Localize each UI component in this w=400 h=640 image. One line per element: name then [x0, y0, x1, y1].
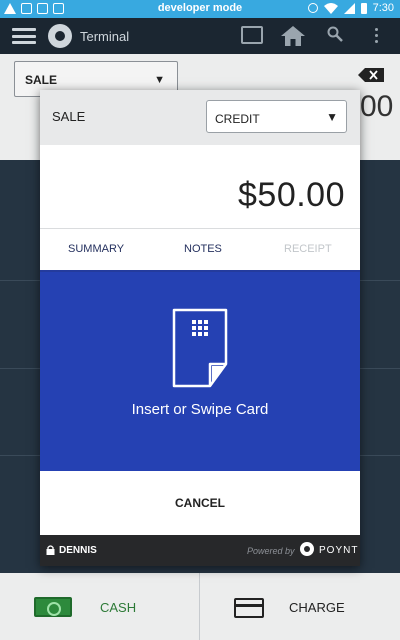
- terminal-amount: 00: [360, 90, 394, 123]
- backspace-icon[interactable]: [358, 68, 384, 82]
- dialog-footer: DENNIS Powered by POYNT: [40, 535, 360, 566]
- battery-icon: [360, 2, 367, 14]
- cancel-label: CANCEL: [175, 496, 225, 510]
- status-bar: developer mode 7:30: [0, 0, 400, 18]
- cancel-button[interactable]: CANCEL: [40, 471, 360, 535]
- cash-button[interactable]: CASH: [100, 600, 136, 615]
- logged-in-user: DENNIS: [59, 545, 97, 556]
- keypad-divider: [360, 455, 400, 456]
- credit-card-icon[interactable]: [234, 598, 264, 618]
- transaction-type-value: SALE: [25, 73, 58, 87]
- poynt-logo-icon: [48, 24, 72, 48]
- brand-name: POYNT: [319, 545, 359, 556]
- amount-display: $50.00: [238, 176, 345, 214]
- keypad-divider: [0, 280, 40, 281]
- keypad-divider: [0, 368, 40, 369]
- menu-icon[interactable]: [12, 28, 36, 44]
- lock-icon: [46, 545, 55, 555]
- tab-notes[interactable]: NOTES: [184, 243, 222, 255]
- search-icon[interactable]: [327, 26, 343, 42]
- keypad-divider: [0, 455, 40, 456]
- action-divider: [199, 573, 200, 640]
- location-icon: [307, 3, 318, 13]
- signal-icon: [343, 2, 355, 14]
- clock: 7:30: [372, 2, 394, 14]
- window-icon[interactable]: [241, 26, 263, 44]
- status-bar-right: 7:30: [307, 2, 394, 14]
- dialog-title: SALE: [52, 109, 86, 124]
- app-title: Terminal: [80, 29, 130, 44]
- home-icon[interactable]: [281, 26, 305, 46]
- tab-summary[interactable]: SUMMARY: [68, 243, 124, 255]
- cash-icon[interactable]: [34, 597, 72, 617]
- app-bar: Terminal: [0, 18, 400, 54]
- powered-by-label: Powered by: [247, 546, 295, 556]
- payment-dialog: SALE CREDIT ▼ $50.00 SUMMARY NOTES RECEI…: [40, 90, 360, 566]
- tabs-divider: [40, 228, 360, 229]
- poynt-logo-icon: [300, 542, 314, 556]
- payment-method-value: CREDIT: [215, 112, 260, 126]
- chevron-down-icon: ▼: [326, 110, 338, 124]
- insert-card-prompt: Insert or Swipe Card: [131, 401, 269, 418]
- charge-button[interactable]: CHARGE: [289, 600, 345, 615]
- more-vert-icon[interactable]: [375, 28, 379, 44]
- dialog-header: SALE CREDIT ▼: [40, 90, 360, 145]
- payment-method-select[interactable]: CREDIT ▼: [206, 100, 347, 133]
- chevron-down-icon: ▼: [154, 74, 165, 86]
- card-insert-icon: [172, 308, 228, 388]
- wifi-icon: [323, 2, 338, 14]
- tab-receipt: RECEIPT: [284, 243, 332, 255]
- keypad-divider: [360, 368, 400, 369]
- keypad-divider: [360, 280, 400, 281]
